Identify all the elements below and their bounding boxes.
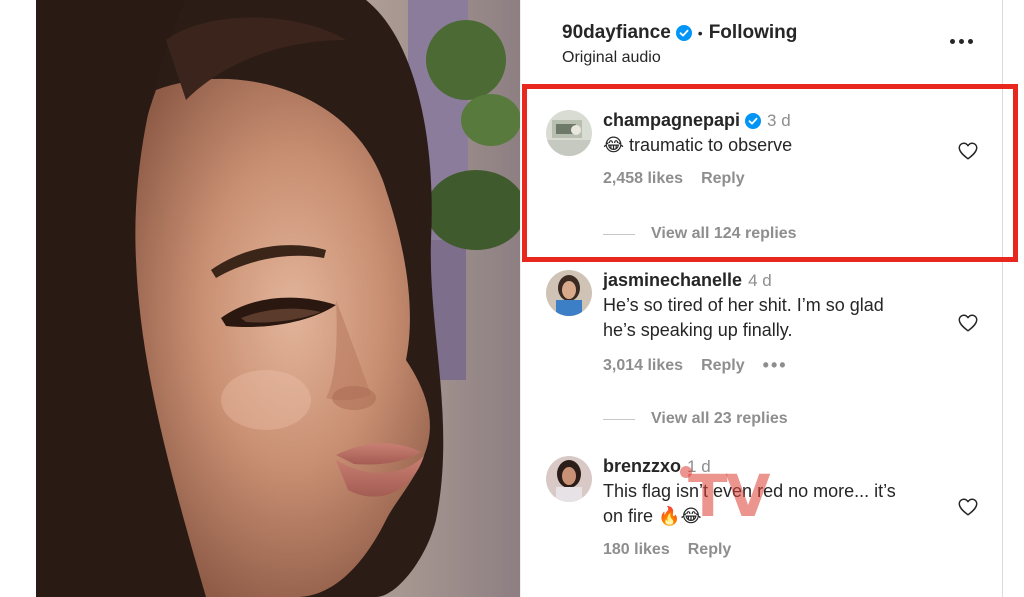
comment-text-line: This flag isn’t even red no more... it’s xyxy=(603,481,896,501)
comment-username[interactable]: jasminechanelle xyxy=(603,270,742,291)
comment-text: 😂 traumatic to observe xyxy=(603,135,793,155)
comment-item: brenzzxo 1 d This flag isn’t even red no… xyxy=(546,456,986,576)
more-options-icon[interactable] xyxy=(950,32,978,50)
reply-button[interactable]: Reply xyxy=(701,357,745,375)
woman-portrait-image xyxy=(36,0,520,597)
post-header: 90dayfiance • Following Original audio xyxy=(562,20,982,70)
panel-divider xyxy=(1002,0,1003,597)
heart-outline-icon[interactable] xyxy=(957,140,979,162)
comment-username[interactable]: brenzzxo xyxy=(603,456,681,477)
heart-outline-icon[interactable] xyxy=(957,312,979,334)
verified-badge-icon xyxy=(745,112,762,129)
audio-label[interactable]: Original audio xyxy=(562,49,982,67)
comment-likes[interactable]: 3,014 likes xyxy=(603,357,683,375)
comment-likes[interactable]: 2,458 likes xyxy=(603,170,683,188)
comment-text-line: He’s so tired of her shit. I’m so glad xyxy=(603,295,884,315)
comment-text-line: on fire 🔥😂 xyxy=(603,506,702,526)
view-replies-line xyxy=(603,233,635,235)
account-handle[interactable]: 90dayfiance xyxy=(562,22,671,44)
view-replies-button[interactable]: View all 124 replies xyxy=(603,225,797,243)
view-replies-label: View all 124 replies xyxy=(651,225,797,242)
following-button[interactable]: Following xyxy=(709,22,798,44)
view-replies-label: View all 23 replies xyxy=(651,410,788,427)
avatar[interactable] xyxy=(546,270,592,316)
reply-button[interactable]: Reply xyxy=(688,541,732,559)
avatar[interactable] xyxy=(546,456,592,502)
verified-badge-icon xyxy=(675,25,692,41)
comment-time: 3 d xyxy=(767,110,791,130)
comment-time: 1 d xyxy=(687,456,711,476)
view-replies-button[interactable]: View all 23 replies xyxy=(603,410,788,428)
comment-time: 4 d xyxy=(748,270,772,290)
separator-dot: • xyxy=(697,25,703,41)
heart-outline-icon[interactable] xyxy=(957,496,979,518)
view-replies-line xyxy=(603,418,635,420)
comment-likes[interactable]: 180 likes xyxy=(603,541,670,559)
comment-more-icon[interactable]: ••• xyxy=(763,355,788,376)
post-photo xyxy=(36,0,520,597)
reply-button[interactable]: Reply xyxy=(701,170,745,188)
comment-item: jasminechanelle 4 d He’s so tired of her… xyxy=(546,270,986,420)
avatar[interactable] xyxy=(546,110,592,156)
comment-text-line: he’s speaking up finally. xyxy=(603,320,793,340)
comment-username[interactable]: champagnepapi xyxy=(603,110,740,131)
